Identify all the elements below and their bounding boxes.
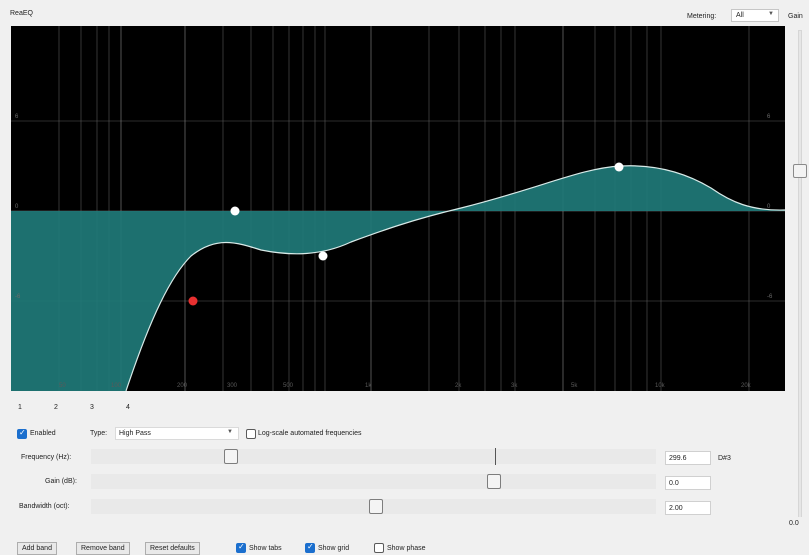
bandwidth-value: 2.00 <box>669 505 683 512</box>
freq-label: 500 <box>283 383 294 389</box>
tab-band-2[interactable]: 2 <box>54 404 58 411</box>
enabled-checkbox[interactable] <box>17 428 27 439</box>
frequency-slider-marker <box>495 448 496 465</box>
db-label: -6 <box>767 294 773 300</box>
freq-labels: 50 100 200 300 500 1k 2k 3k 5k 10k 20k <box>59 383 752 389</box>
tab-band-4[interactable]: 4 <box>126 404 130 411</box>
gain-value-field[interactable]: 0.0 <box>665 476 711 490</box>
db-label: 0 <box>767 204 771 210</box>
enabled-label: Enabled <box>30 430 56 437</box>
freq-label: 50 <box>59 383 66 389</box>
freq-label: 300 <box>227 383 238 389</box>
frequency-label: Frequency (Hz): <box>21 454 72 461</box>
remove-band-button[interactable]: Remove band <box>76 542 130 555</box>
log-scale-checkbox[interactable] <box>246 429 256 439</box>
band-node-3[interactable] <box>318 251 328 261</box>
band-node-2[interactable] <box>230 206 240 216</box>
band-node-4[interactable] <box>614 162 624 172</box>
freq-label: 1k <box>365 383 372 389</box>
gain-slider-thumb[interactable] <box>487 474 501 489</box>
output-gain-value: 0.0 <box>789 520 799 527</box>
bandwidth-slider-thumb[interactable] <box>369 499 383 514</box>
output-gain-slider-thumb[interactable] <box>793 164 807 178</box>
db-label: 6 <box>767 114 771 120</box>
add-band-button[interactable]: Add band <box>17 542 57 555</box>
gain-value: 0.0 <box>669 480 679 487</box>
freq-label: 3k <box>511 383 518 389</box>
show-phase-checkbox[interactable] <box>374 543 384 553</box>
output-gain-slider-track[interactable] <box>798 30 802 518</box>
bandwidth-value-field[interactable]: 2.00 <box>665 501 711 515</box>
metering-value: All <box>736 12 744 19</box>
freq-label: 200 <box>177 383 188 389</box>
gain-slider-track[interactable] <box>91 474 656 489</box>
freq-label: 10k <box>655 383 666 389</box>
freq-label: 20k <box>741 383 752 389</box>
frequency-slider-thumb[interactable] <box>224 449 238 464</box>
db-label: -6 <box>15 294 21 300</box>
log-scale-label: Log-scale automated frequencies <box>258 430 362 437</box>
gain-label: Gain (dB): <box>45 478 77 485</box>
frequency-value: 299.6 <box>669 455 687 462</box>
metering-dropdown[interactable]: All ▼ <box>731 9 779 22</box>
chevron-down-icon: ▼ <box>227 429 233 435</box>
metering-label: Metering: <box>687 13 717 20</box>
bandwidth-label: Bandwidth (oct): <box>19 503 70 510</box>
db-label: 0 <box>15 204 19 210</box>
type-dropdown[interactable]: High Pass ▼ <box>115 427 239 440</box>
frequency-slider-track[interactable] <box>91 449 656 464</box>
db-label: 6 <box>15 114 19 120</box>
frequency-value-field[interactable]: 299.6 <box>665 451 711 465</box>
reset-defaults-button[interactable]: Reset defaults <box>145 542 200 555</box>
show-tabs-checkbox[interactable] <box>236 542 246 553</box>
tab-band-3[interactable]: 3 <box>90 404 94 411</box>
gain-top-label: Gain <box>788 13 803 20</box>
band-node-1[interactable] <box>188 296 198 306</box>
eq-graph-svg: 6 0 -6 6 0 -6 50 100 200 300 500 1k 2k 3… <box>11 26 785 391</box>
show-grid-checkbox[interactable] <box>305 542 315 553</box>
tab-band-1[interactable]: 1 <box>18 404 22 411</box>
output-gain-value-field[interactable]: 0.0 <box>786 517 808 531</box>
window-title: ReaEQ <box>10 10 33 17</box>
type-label: Type: <box>90 430 108 437</box>
chevron-down-icon: ▼ <box>768 11 774 17</box>
freq-label: 100 <box>111 383 122 389</box>
title-bar: ReaEQ Metering: All ▼ Gain <box>0 0 809 24</box>
freq-label: 5k <box>571 383 578 389</box>
eq-graph[interactable]: 6 0 -6 6 0 -6 50 100 200 300 500 1k 2k 3… <box>11 26 785 391</box>
eq-response-fill <box>11 165 785 391</box>
frequency-note: D#3 <box>718 455 731 462</box>
freq-label: 2k <box>455 383 462 389</box>
type-value: High Pass <box>119 430 151 437</box>
